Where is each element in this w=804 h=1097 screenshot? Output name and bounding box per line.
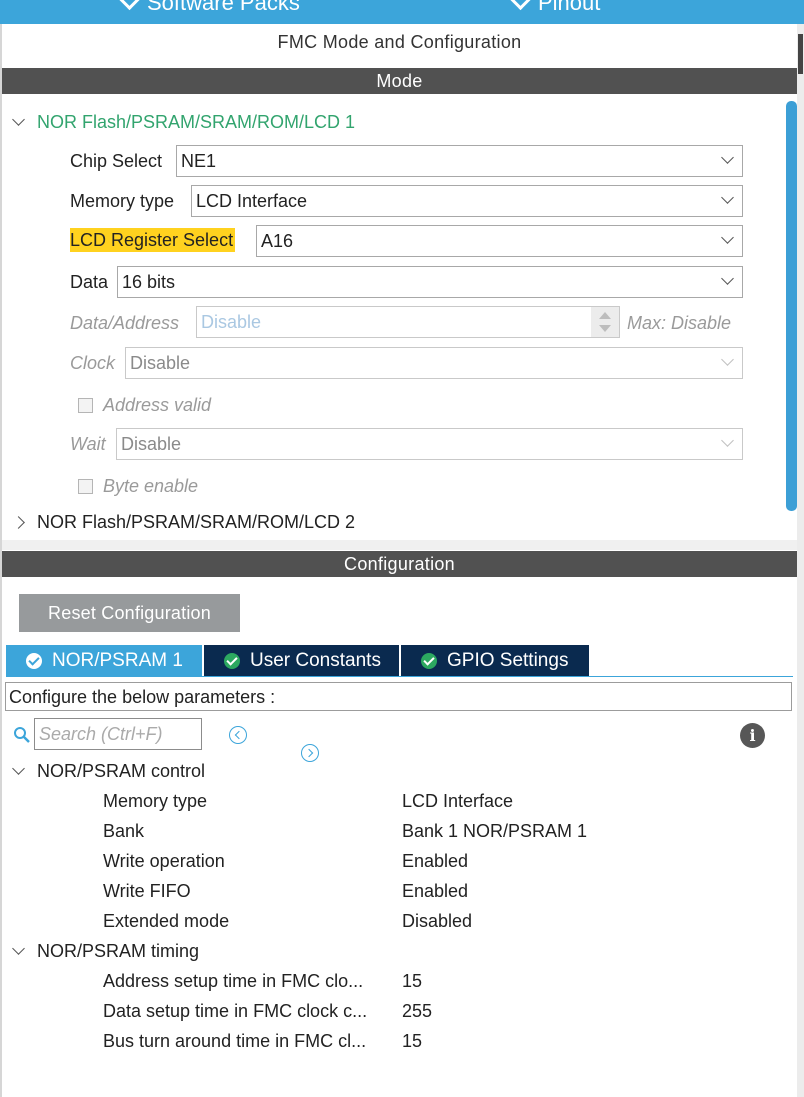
search-icon [14, 727, 30, 743]
param-value[interactable]: 15 [402, 1031, 422, 1052]
highlighted-label: LCD Register Select [70, 228, 236, 252]
previous-match-button[interactable] [229, 726, 247, 744]
tab-underline [6, 676, 793, 677]
tree-group-lcd1[interactable]: NOR Flash/PSRAM/SRAM/ROM/LCD 1 [12, 112, 356, 133]
group-lcd1-label: NOR Flash/PSRAM/SRAM/ROM/LCD 1 [37, 112, 356, 132]
param-name[interactable]: Data setup time in FMC clock c... [103, 1001, 367, 1022]
chip-select-label: Chip Select [70, 151, 163, 171]
param-name[interactable]: Write operation [103, 851, 225, 872]
data-label: Data [70, 272, 109, 292]
param-value[interactable]: 15 [402, 971, 422, 992]
param-name[interactable]: Write FIFO [103, 881, 191, 902]
check-circle-icon [421, 652, 437, 669]
software-packs-menu[interactable]: Software Packs [118, 0, 300, 16]
splitter[interactable] [2, 540, 797, 550]
param-value[interactable]: Enabled [402, 851, 468, 872]
tab-label: User Constants [250, 649, 381, 671]
chevron-down-icon [12, 113, 25, 126]
chevron-right-icon [12, 516, 25, 529]
tab-label: GPIO Settings [447, 649, 569, 671]
lcd-register-select-dropdown[interactable]: A16 [256, 225, 743, 257]
group-nor-psram-timing[interactable]: NOR/PSRAM timing [12, 941, 200, 962]
mode-header: Mode [2, 68, 797, 94]
clock-value: Disable [130, 353, 191, 373]
pinout-label: Pinout [538, 0, 601, 15]
memory-type-value: LCD Interface [196, 191, 308, 211]
group-label: NOR/PSRAM control [37, 761, 206, 781]
param-value[interactable]: Bank 1 NOR/PSRAM 1 [402, 821, 587, 842]
panel-title: FMC Mode and Configuration [277, 32, 522, 52]
data-address-value: Disable [201, 312, 262, 332]
wait-value: Disable [121, 434, 182, 454]
checkbox-icon [78, 398, 93, 413]
tab-label: NOR/PSRAM 1 [52, 649, 183, 671]
check-circle-icon [26, 652, 42, 669]
group-label: NOR/PSRAM timing [37, 941, 200, 961]
chevron-down-icon [721, 191, 734, 204]
lcd-register-select-value: A16 [261, 231, 294, 251]
chip-select-value: NE1 [181, 151, 217, 171]
reset-configuration-button[interactable]: Reset Configuration [19, 594, 240, 632]
param-value[interactable]: 255 [402, 1001, 432, 1022]
chevron-down-icon [721, 151, 734, 164]
tree-group-lcd2[interactable]: NOR Flash/PSRAM/SRAM/ROM/LCD 2 [12, 512, 356, 533]
param-name[interactable]: Memory type [103, 791, 207, 812]
chevron-down-icon [721, 231, 734, 244]
lcd-register-select-label: LCD Register Select [70, 228, 236, 252]
byte-enable-checkbox: Byte enable [78, 476, 198, 497]
chevron-down-icon [721, 434, 734, 447]
info-icon[interactable]: i [740, 723, 765, 748]
right-edge [797, 24, 804, 1097]
memory-type-label: Memory type [70, 191, 175, 211]
data-address-label: Data/Address [70, 313, 180, 333]
mode-scrollbar[interactable] [786, 101, 797, 511]
param-name[interactable]: Bus turn around time in FMC cl... [103, 1031, 366, 1052]
chevron-down-icon [509, 0, 532, 10]
chevron-down-icon [721, 272, 734, 285]
tab-user-constants[interactable]: User Constants [204, 645, 399, 676]
data-address-spinner: Disable [196, 306, 620, 338]
top-toolbar: Software Packs Pinout [0, 0, 804, 24]
tab-gpio-settings[interactable]: GPIO Settings [401, 645, 589, 676]
param-value[interactable]: Enabled [402, 881, 468, 902]
clock-label: Clock [70, 353, 116, 373]
address-valid-checkbox: Address valid [78, 395, 211, 416]
chevron-down-icon [12, 942, 25, 955]
spinner-arrows-icon [591, 307, 619, 337]
wait-dropdown: Disable [116, 428, 743, 460]
address-valid-label: Address valid [103, 395, 212, 415]
tab-nor-psram-1[interactable]: NOR/PSRAM 1 [6, 645, 202, 676]
checkbox-icon [78, 479, 93, 494]
param-name[interactable]: Bank [103, 821, 144, 842]
software-packs-label: Software Packs [147, 0, 300, 15]
chip-select-dropdown[interactable]: NE1 [176, 145, 743, 177]
chevron-left-icon [234, 730, 244, 740]
clock-dropdown: Disable [125, 347, 743, 379]
chevron-down-icon [721, 353, 734, 366]
param-value[interactable]: Disabled [402, 911, 472, 932]
param-name[interactable]: Address setup time in FMC clo... [103, 971, 363, 992]
data-dropdown[interactable]: 16 bits [117, 266, 743, 298]
param-name[interactable]: Extended mode [103, 911, 229, 932]
memory-type-dropdown[interactable]: LCD Interface [191, 185, 743, 217]
next-match-button[interactable] [301, 744, 319, 762]
chevron-down-icon [12, 762, 25, 775]
group-nor-psram-control[interactable]: NOR/PSRAM control [12, 761, 206, 782]
group-lcd2-label: NOR Flash/PSRAM/SRAM/ROM/LCD 2 [37, 512, 356, 532]
params-hint: Configure the below parameters : [5, 682, 792, 711]
configuration-header: Configuration [2, 551, 797, 577]
data-value: 16 bits [122, 272, 176, 292]
wait-label: Wait [70, 434, 106, 454]
chevron-right-icon [304, 748, 314, 758]
data-address-max: Max: Disable [627, 313, 732, 333]
byte-enable-label: Byte enable [103, 476, 199, 496]
param-value[interactable]: LCD Interface [402, 791, 513, 812]
check-circle-icon [224, 652, 240, 669]
search-input[interactable]: Search (Ctrl+F) [34, 718, 202, 750]
chevron-down-icon [118, 0, 141, 10]
pinout-menu[interactable]: Pinout [509, 0, 601, 16]
